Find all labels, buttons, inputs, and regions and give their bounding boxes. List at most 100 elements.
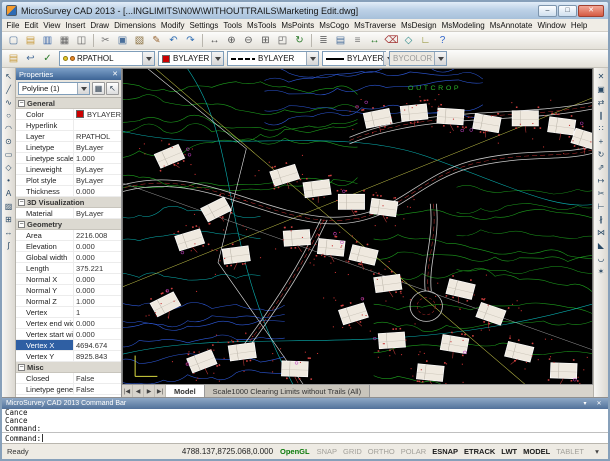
- collapse-icon[interactable]: −: [18, 364, 25, 371]
- prop-row-linetype[interactable]: LinetypeByLayer: [16, 142, 121, 153]
- prop-row-linetype-generati[interactable]: Linetype generatiFalse: [16, 384, 121, 395]
- distance-icon[interactable]: ↔: [366, 33, 383, 49]
- mirror-icon[interactable]: ⇄: [595, 96, 607, 108]
- prop-row-length[interactable]: Length375.221: [16, 263, 121, 274]
- stretch-icon[interactable]: ↦: [595, 174, 607, 186]
- copy-object-icon[interactable]: ▣: [595, 83, 607, 95]
- match-properties-icon[interactable]: ✎: [148, 33, 165, 49]
- menu-mscogo[interactable]: MsCogo: [317, 21, 352, 30]
- prop-row-layer[interactable]: LayerRPATHOL: [16, 131, 121, 142]
- prop-row-linetype-scale[interactable]: Linetype scale1.000: [16, 153, 121, 164]
- point-icon[interactable]: •: [3, 174, 15, 186]
- erase-icon[interactable]: ⌫: [383, 33, 400, 49]
- print-preview-icon[interactable]: ◫: [73, 33, 90, 49]
- spline-icon[interactable]: ʃ: [3, 239, 15, 251]
- prop-row-color[interactable]: ColorBYLAYER: [16, 109, 121, 120]
- coordinates-display[interactable]: 4788.137,8725.068,0.000: [182, 447, 273, 456]
- copy-icon[interactable]: ▣: [114, 33, 131, 49]
- tab-scale1000[interactable]: Scale1000 Clearing Limits without Trails…: [205, 385, 370, 397]
- explorer-icon[interactable]: ▤: [332, 33, 349, 49]
- rotate-icon[interactable]: ↻: [595, 148, 607, 160]
- prop-row-vertex-end-width[interactable]: Vertex end width0.000: [16, 318, 121, 329]
- redo-icon[interactable]: ↷: [182, 33, 199, 49]
- erase-icon[interactable]: ✕: [595, 70, 607, 82]
- menu-mspoints[interactable]: MsPoints: [279, 21, 317, 30]
- menu-msdesign[interactable]: MsDesign: [399, 21, 440, 30]
- menu-modify[interactable]: Modify: [158, 21, 187, 30]
- prop-row-area[interactable]: Area2216.008: [16, 230, 121, 241]
- menu-tools[interactable]: Tools: [221, 21, 245, 30]
- prop-row-normal-z[interactable]: Normal Z1.000: [16, 296, 121, 307]
- pan-icon[interactable]: ↔: [206, 33, 223, 49]
- ucs-icon[interactable]: ∟: [417, 33, 434, 49]
- status-toggle-ortho[interactable]: ORTHO: [368, 447, 395, 456]
- move-icon[interactable]: +: [595, 135, 607, 147]
- linetype-combo-arrow-icon[interactable]: [306, 52, 318, 65]
- status-toggle-tablet[interactable]: TABLET: [556, 447, 584, 456]
- polygon-icon[interactable]: ◇: [3, 161, 15, 173]
- layer-previous-icon[interactable]: ↩: [22, 51, 39, 67]
- prop-group-misc[interactable]: −Misc: [16, 362, 121, 373]
- zoom-extents-icon[interactable]: ◰: [274, 33, 291, 49]
- menu-insert[interactable]: Insert: [63, 21, 88, 30]
- layers-icon[interactable]: ≣: [315, 33, 332, 49]
- tab-nav-button[interactable]: ◀: [133, 385, 144, 397]
- cut-icon[interactable]: ✂: [97, 33, 114, 49]
- trim-icon[interactable]: ✂: [595, 187, 607, 199]
- status-toggle-esnap[interactable]: ESNAP: [432, 447, 458, 456]
- ellipse-icon[interactable]: ⊙: [3, 135, 15, 147]
- prop-row-vertex[interactable]: Vertex1: [16, 307, 121, 318]
- set-layer-current-icon[interactable]: ✓: [39, 51, 56, 67]
- prop-row-lineweight[interactable]: LineweightByLayer: [16, 164, 121, 175]
- status-menu-icon[interactable]: ▾: [591, 447, 603, 456]
- prop-group-3d-visualization[interactable]: −3D Visualization: [16, 197, 121, 208]
- layer-manager-icon[interactable]: ▤: [5, 51, 22, 67]
- color-combo[interactable]: BYLAYER: [158, 51, 224, 66]
- prop-group-geometry[interactable]: −Geometry: [16, 219, 121, 230]
- maximize-button[interactable]: □: [558, 5, 577, 17]
- prop-row-hyperlink[interactable]: Hyperlink: [16, 120, 121, 131]
- paste-icon[interactable]: ▧: [131, 33, 148, 49]
- prop-group-general[interactable]: −General: [16, 98, 121, 109]
- properties-icon[interactable]: ≡: [349, 33, 366, 49]
- circle-icon[interactable]: ○: [3, 109, 15, 121]
- prop-row-normal-x[interactable]: Normal X0.000: [16, 274, 121, 285]
- collapse-icon[interactable]: −: [18, 221, 25, 228]
- status-toggle-grid[interactable]: GRID: [343, 447, 362, 456]
- print-icon[interactable]: ▦: [56, 33, 73, 49]
- minimize-button[interactable]: –: [538, 5, 557, 17]
- menu-file[interactable]: File: [4, 21, 22, 30]
- command-input[interactable]: Command:: [2, 432, 608, 443]
- menu-msannotate[interactable]: MsAnnotate: [487, 21, 535, 30]
- extend-icon[interactable]: ⊢: [595, 200, 607, 212]
- menu-edit[interactable]: Edit: [22, 21, 41, 30]
- menu-msmodeling[interactable]: MsModeling: [439, 21, 487, 30]
- help-icon[interactable]: ?: [434, 33, 451, 49]
- collapse-icon[interactable]: −: [18, 199, 25, 206]
- text-icon[interactable]: A: [3, 187, 15, 199]
- command-bar-close-icon[interactable]: ✕: [594, 400, 604, 407]
- status-toggle-lwt[interactable]: LWT: [501, 447, 517, 456]
- polyline-icon[interactable]: ∿: [3, 96, 15, 108]
- menu-window[interactable]: Window: [535, 21, 568, 30]
- select-icon[interactable]: ↖: [3, 70, 15, 82]
- zoom-out-icon[interactable]: ⊖: [240, 33, 257, 49]
- drawing-canvas[interactable]: OUTCROP: [122, 68, 593, 384]
- prop-row-closed[interactable]: ClosedFalse: [16, 373, 121, 384]
- zoom-in-icon[interactable]: ⊕: [223, 33, 240, 49]
- regen-icon[interactable]: ↻: [291, 33, 308, 49]
- line-icon[interactable]: ╱: [3, 83, 15, 95]
- close-button[interactable]: ✕: [578, 5, 604, 17]
- open-folder-icon[interactable]: ▤: [22, 33, 39, 49]
- title-bar[interactable]: MicroSurvey CAD 2013 - [...INGLIMITS\N0W…: [2, 2, 608, 19]
- linetype-combo[interactable]: BYLAYER: [227, 51, 319, 66]
- layer-combo-arrow-icon[interactable]: [142, 52, 154, 65]
- save-icon[interactable]: ▥: [39, 33, 56, 49]
- hatch-icon[interactable]: ▨: [3, 200, 15, 212]
- prop-row-plot-style[interactable]: Plot styleByLayer: [16, 175, 121, 186]
- command-bar-header[interactable]: MicroSurvey CAD 2013 Command Bar ▾ ✕: [2, 398, 608, 409]
- prop-row-global-width[interactable]: Global width0.000: [16, 252, 121, 263]
- entity-selector-arrow-icon[interactable]: [77, 83, 89, 94]
- command-history[interactable]: CanceCanceCommand:: [2, 409, 608, 432]
- collapse-icon[interactable]: −: [18, 100, 25, 107]
